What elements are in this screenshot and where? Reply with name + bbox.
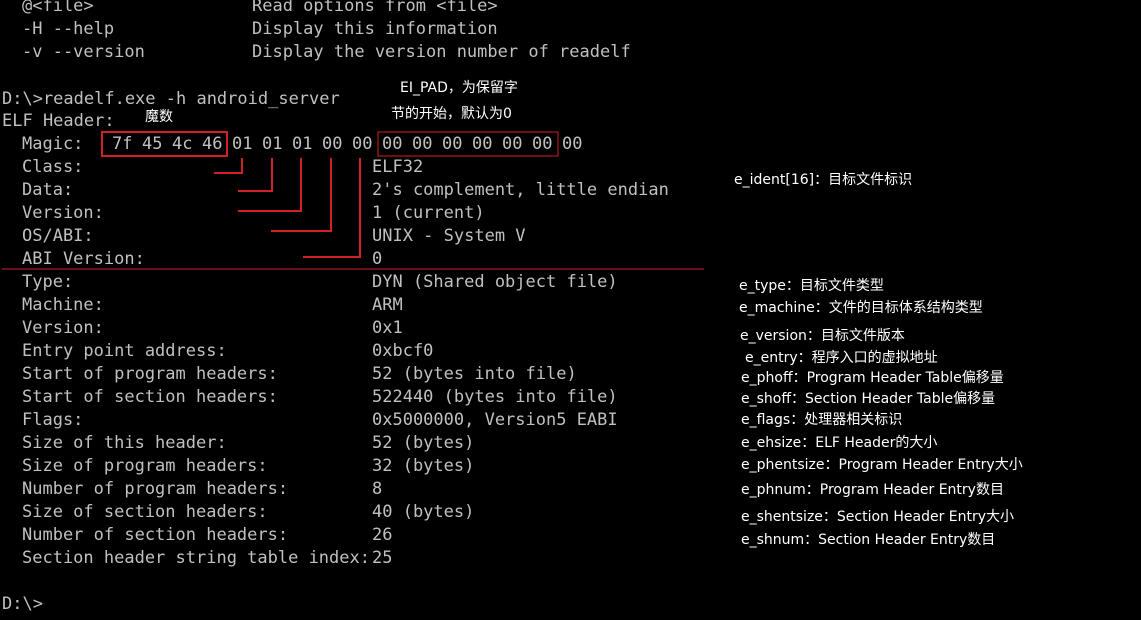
field-label: Flags: (22, 410, 84, 430)
help-option: @<file> (22, 0, 94, 16)
data-connector (238, 158, 273, 192)
magic-byte: 46 (202, 134, 223, 154)
elf-header-title: ELF Header: (2, 111, 115, 131)
magic-number-note: 魔数 (145, 109, 173, 125)
magic-byte: 01 (262, 134, 283, 154)
ei-pad-note-line1: EI_PAD，为保留字 (400, 80, 518, 96)
field-value: 0 (372, 249, 383, 269)
field-label: Start of program headers: (22, 364, 278, 384)
field-note: e_ehsize：ELF Header的大小 (741, 435, 938, 451)
field-label: Version: (22, 203, 104, 223)
osabi-connector (271, 158, 332, 232)
magic-byte: 00 (472, 134, 493, 154)
magic-byte: 01 (292, 134, 313, 154)
field-label: Machine: (22, 295, 104, 315)
field-value: 25 (372, 548, 393, 568)
help-description: Read options from <file> (252, 0, 498, 16)
help-description: Display the version number of readelf (252, 42, 631, 62)
field-note: e_shentsize：Section Header Entry大小 (741, 509, 1015, 525)
field-label: Size of section headers: (22, 502, 268, 522)
help-description: Display this information (252, 19, 498, 39)
field-value: DYN (Shared object file) (372, 272, 618, 292)
ei-pad-box (377, 131, 559, 157)
ei-pad-note-line2: 节的开始，默认为0 (391, 106, 512, 122)
field-label: Class: (22, 157, 84, 177)
field-label: Start of section headers: (22, 387, 278, 407)
field-label: Section header string table index: (22, 548, 370, 568)
field-note: e_shnum：Section Header Entry数目 (741, 532, 996, 548)
field-value: 2's complement, little endian (372, 180, 669, 200)
magic-byte: 45 (142, 134, 163, 154)
field-label: Data: (22, 180, 74, 200)
field-label: OS/ABI: (22, 226, 94, 246)
field-label: Type: (22, 272, 74, 292)
magic-byte: 00 (352, 134, 373, 154)
class-connector (214, 158, 243, 174)
magic-byte: 00 (382, 134, 403, 154)
field-note: e_phoff：Program Header Table偏移量 (741, 370, 1004, 386)
field-value: 0x5000000, Version5 EABI (372, 410, 618, 430)
field-value: 0x1 (372, 318, 403, 338)
magic-byte: 00 (322, 134, 343, 154)
field-value: ELF32 (372, 157, 424, 177)
magic-byte: 00 (412, 134, 433, 154)
magic-byte: 00 (532, 134, 553, 154)
field-label: Entry point address: (22, 341, 227, 361)
field-value: ARM (372, 295, 403, 315)
magic-label: Magic: (22, 134, 84, 154)
field-label: Version: (22, 318, 104, 338)
field-value: 52 (bytes into file) (372, 364, 577, 384)
field-value: 8 (372, 479, 383, 499)
magic-byte: 01 (232, 134, 253, 154)
field-value: 52 (bytes) (372, 433, 475, 453)
field-note: e_type：目标文件类型 (739, 278, 884, 294)
field-note: e_phnum：Program Header Entry数目 (741, 482, 1004, 498)
field-label: Size of this header: (22, 433, 227, 453)
field-value: 40 (bytes) (372, 502, 475, 522)
field-note: e_entry：程序入口的虚拟地址 (745, 350, 938, 366)
field-note: e_flags：处理器相关标识 (741, 412, 903, 428)
magic-byte: 00 (502, 134, 523, 154)
field-value: 0xbcf0 (372, 341, 434, 361)
field-label: ABI Version: (22, 249, 145, 269)
version-connector (238, 158, 302, 212)
field-value: 1 (current) (372, 203, 485, 223)
field-value: 522440 (bytes into file) (372, 387, 618, 407)
help-option: -H --help (22, 19, 115, 39)
field-note: e_machine：文件的目标体系结构类型 (739, 300, 983, 316)
field-note: e_phentsize：Program Header Entry大小 (741, 457, 1023, 473)
magic-byte: 00 (442, 134, 463, 154)
e-ident-note: e_ident[16]：目标文件标识 (734, 172, 913, 188)
field-value: 32 (bytes) (372, 456, 475, 476)
magic-byte: 4c (172, 134, 193, 154)
command-prompt[interactable]: D:\> (2, 593, 43, 616)
field-label: Size of program headers: (22, 456, 268, 476)
field-note: e_version：目标文件版本 (740, 328, 905, 344)
abi-version-connector (303, 158, 361, 258)
field-label: Number of section headers: (22, 525, 289, 545)
magic-byte: 00 (562, 134, 583, 154)
field-label: Number of program headers: (22, 479, 289, 499)
magic-byte: 7f (112, 134, 133, 154)
field-value: 26 (372, 525, 393, 545)
field-note: e_shoff：Section Header Table偏移量 (741, 391, 996, 407)
help-option: -v --version (22, 42, 145, 62)
field-value: UNIX - System V (372, 226, 526, 246)
